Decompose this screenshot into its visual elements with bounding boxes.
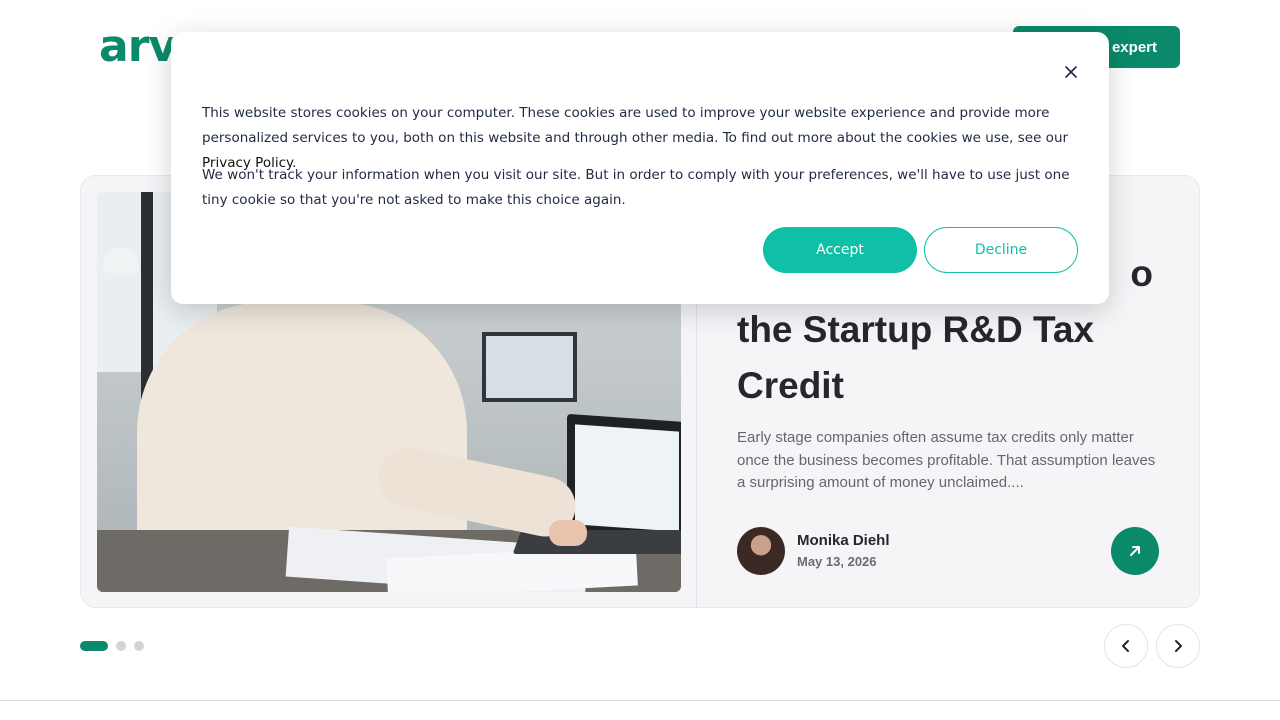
close-icon [1065,66,1077,78]
arrow-up-right-icon [1130,546,1140,556]
chevron-right-icon [1175,640,1182,652]
cookie-paragraph-1: This website stores cookies on your comp… [202,105,1069,146]
cta-label: expert [1111,38,1157,56]
carousel-dot-1[interactable] [80,641,108,651]
post-date: May 13, 2026 [797,554,877,569]
carousel-dot-3[interactable] [134,641,144,651]
read-post-button[interactable] [1111,527,1159,575]
cookie-banner: This website stores cookies on your comp… [171,32,1109,304]
post-excerpt: Early stage companies often assume tax c… [737,429,1156,491]
author-avatar [737,527,785,575]
accept-cookies-button[interactable]: Accept [763,227,917,273]
carousel-next-button[interactable] [1156,624,1200,668]
cookie-paragraph-2: We won't track your information when you… [202,167,1070,208]
author-name: Monika Diehl [797,532,890,549]
carousel-prev-button[interactable] [1104,624,1148,668]
section-divider [0,700,1280,701]
cookie-close-button[interactable] [1061,62,1081,82]
post-title-text: the Startup R&D Tax Credit [737,309,1095,406]
carousel-dots [80,641,144,651]
chevron-left-icon [1122,640,1129,652]
decline-cookies-button[interactable]: Decline [924,227,1078,273]
carousel-dot-2[interactable] [116,641,126,651]
background-monitor [482,332,577,402]
hand [549,520,587,546]
